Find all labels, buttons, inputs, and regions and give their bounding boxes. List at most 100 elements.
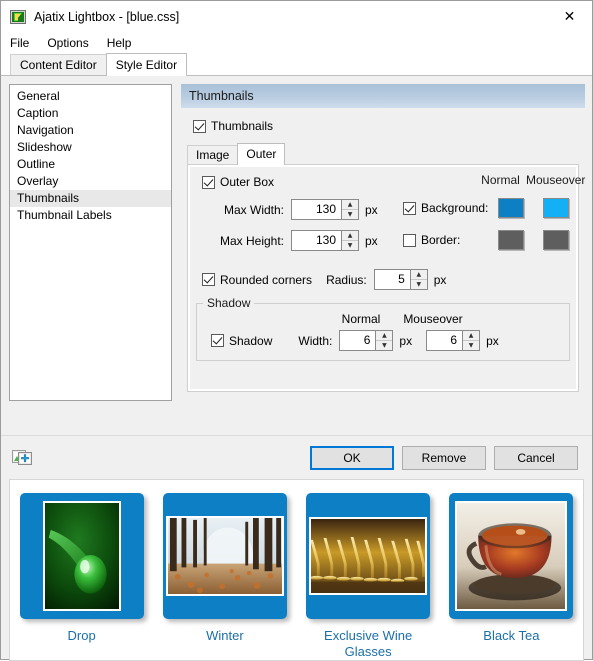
shadow-column-header-normal: Normal bbox=[341, 312, 381, 326]
color-swatch-section: Normal Mouseover Background: Border: bbox=[403, 173, 586, 251]
thumbnails-settings-panel: Thumbnails Thumbnails Image Outer Outer … bbox=[181, 84, 585, 401]
radius-spin-down[interactable]: ▼ bbox=[411, 280, 427, 289]
shadow-width-row: Shadow Width: 6 ▲ ▼ px 6 ▲ ▼ px bbox=[211, 330, 569, 351]
max-height-value[interactable]: 130 bbox=[292, 231, 341, 250]
menu-item-file[interactable]: File bbox=[10, 36, 29, 50]
background-checkbox[interactable] bbox=[403, 201, 416, 215]
column-header-mouseover: Mouseover bbox=[526, 173, 586, 187]
thumbnail-image-wine[interactable] bbox=[309, 517, 428, 595]
border-mouseover-swatch[interactable] bbox=[542, 230, 569, 250]
rounded-corners-label: Rounded corners bbox=[220, 272, 313, 287]
max-width-spin-buttons[interactable]: ▲ ▼ bbox=[341, 200, 358, 219]
thumbnails-enable-checkbox[interactable] bbox=[193, 119, 206, 133]
sidebar-item-overlay[interactable]: Overlay bbox=[10, 173, 171, 190]
thumbnail-image-winter[interactable] bbox=[165, 516, 284, 596]
max-height-unit: px bbox=[365, 233, 378, 248]
max-width-spin-up[interactable]: ▲ bbox=[342, 200, 358, 210]
ok-button[interactable]: OK bbox=[310, 445, 394, 470]
thumbnail-label: Black Tea bbox=[483, 628, 540, 643]
tab-outer[interactable]: Outer bbox=[237, 143, 286, 165]
background-normal-swatch[interactable] bbox=[498, 198, 525, 218]
max-height-spin-up[interactable]: ▲ bbox=[342, 231, 358, 241]
background-mouseover-swatch[interactable] bbox=[542, 198, 569, 218]
shadow-column-header-mouseover: Mouseover bbox=[403, 312, 463, 326]
border-mouseover-cell[interactable] bbox=[533, 230, 578, 250]
close-icon[interactable]: ✕ bbox=[547, 1, 592, 32]
gallery-item-winter[interactable]: Winter bbox=[159, 493, 291, 644]
panel-header: Thumbnails bbox=[181, 84, 585, 108]
background-checkbox-wrap[interactable]: Background: bbox=[403, 201, 489, 215]
shadow-normal-width-value[interactable]: 6 bbox=[340, 331, 376, 350]
border-normal-swatch[interactable] bbox=[498, 230, 525, 250]
background-mouseover-cell[interactable] bbox=[533, 198, 578, 218]
sidebar-item-thumbnail-labels[interactable]: Thumbnail Labels bbox=[10, 207, 171, 224]
gallery-item-black-tea[interactable]: Black Tea bbox=[445, 493, 577, 644]
max-height-spin-down[interactable]: ▼ bbox=[342, 241, 358, 250]
shadow-normal-width-unit: px bbox=[399, 333, 413, 348]
border-normal-cell[interactable] bbox=[489, 230, 534, 250]
tab-style-editor[interactable]: Style Editor bbox=[105, 53, 188, 76]
max-width-value[interactable]: 130 bbox=[292, 200, 341, 219]
radius-spin-buttons[interactable]: ▲ ▼ bbox=[409, 270, 427, 289]
title-bar: Ajatix Lightbox - [blue.css] ✕ bbox=[1, 1, 592, 32]
menu-item-options[interactable]: Options bbox=[47, 36, 88, 50]
gallery-item-drop[interactable]: Drop bbox=[16, 493, 148, 644]
tab-content-editor[interactable]: Content Editor bbox=[10, 54, 107, 75]
thumbnail-box[interactable] bbox=[449, 493, 574, 619]
shadow-checkbox[interactable] bbox=[211, 334, 224, 347]
shadow-normal-spin-up[interactable]: ▲ bbox=[376, 331, 393, 341]
border-checkbox-wrap[interactable]: Border: bbox=[403, 233, 489, 247]
menu-bar: File Options Help bbox=[1, 32, 592, 54]
sidebar-item-general[interactable]: General bbox=[10, 88, 171, 105]
cancel-button[interactable]: Cancel bbox=[494, 445, 578, 470]
thumbnails-enable-row[interactable]: Thumbnails bbox=[193, 119, 585, 133]
thumbnail-image-black-tea[interactable] bbox=[455, 501, 568, 611]
thumbnails-enable-label: Thumbnails bbox=[211, 119, 274, 133]
radius-unit: px bbox=[433, 272, 447, 287]
sidebar-item-slideshow[interactable]: Slideshow bbox=[10, 139, 171, 156]
shadow-group: Shadow Normal Mouseover Shadow Width: 6 … bbox=[196, 296, 570, 361]
shadow-mouseover-spin-buttons[interactable]: ▲ ▼ bbox=[462, 331, 480, 350]
border-checkbox[interactable] bbox=[403, 233, 416, 247]
column-header-normal: Normal bbox=[481, 173, 520, 187]
shadow-normal-spin-buttons[interactable]: ▲ ▼ bbox=[375, 331, 393, 350]
max-height-spin-buttons[interactable]: ▲ ▼ bbox=[341, 231, 358, 250]
style-category-list[interactable]: General Caption Navigation Slideshow Out… bbox=[9, 84, 172, 401]
menu-item-help[interactable]: Help bbox=[107, 36, 132, 50]
outer-box-checkbox[interactable] bbox=[202, 175, 215, 189]
rounded-corners-row: Rounded corners Radius: 5 ▲ ▼ px bbox=[202, 269, 578, 290]
thumbnail-label: Winter bbox=[206, 628, 244, 643]
rounded-corners-checkbox[interactable] bbox=[202, 273, 215, 286]
max-width-unit: px bbox=[365, 202, 378, 217]
shadow-normal-width-stepper[interactable]: 6 ▲ ▼ bbox=[339, 330, 394, 351]
shadow-mouseover-width-value[interactable]: 6 bbox=[427, 331, 463, 350]
max-width-spin-down[interactable]: ▼ bbox=[342, 210, 358, 219]
max-height-stepper[interactable]: 130 ▲ ▼ bbox=[291, 230, 359, 251]
radius-spin-up[interactable]: ▲ bbox=[410, 270, 427, 280]
thumbnail-box[interactable] bbox=[306, 493, 431, 619]
thumbnail-box[interactable] bbox=[162, 493, 287, 619]
sidebar-item-outline[interactable]: Outline bbox=[10, 156, 171, 173]
shadow-normal-spin-down[interactable]: ▼ bbox=[376, 341, 392, 350]
dialog-buttons: OK Remove Cancel bbox=[302, 445, 578, 470]
add-image-icon[interactable] bbox=[12, 448, 32, 468]
sidebar-item-navigation[interactable]: Navigation bbox=[10, 122, 171, 139]
shadow-mouseover-spin-up[interactable]: ▲ bbox=[463, 331, 480, 341]
border-row: Border: bbox=[403, 229, 578, 251]
sidebar-item-thumbnails[interactable]: Thumbnails bbox=[10, 190, 171, 207]
shadow-group-title: Shadow bbox=[203, 296, 255, 310]
thumbnail-label: Drop bbox=[67, 628, 96, 643]
background-normal-cell[interactable] bbox=[489, 198, 534, 218]
radius-stepper[interactable]: 5 ▲ ▼ bbox=[373, 269, 428, 290]
shadow-mouseover-spin-down[interactable]: ▼ bbox=[463, 341, 479, 350]
border-label: Border: bbox=[421, 233, 461, 247]
sidebar-item-caption[interactable]: Caption bbox=[10, 105, 171, 122]
thumbnail-box[interactable] bbox=[19, 493, 144, 619]
tab-image[interactable]: Image bbox=[187, 145, 239, 164]
thumbnail-image-drop[interactable] bbox=[42, 501, 121, 611]
max-width-stepper[interactable]: 130 ▲ ▼ bbox=[291, 199, 359, 220]
radius-value[interactable]: 5 bbox=[374, 270, 410, 289]
gallery-item-wine[interactable]: Exclusive Wine Glasses bbox=[302, 493, 434, 660]
remove-button[interactable]: Remove bbox=[402, 445, 486, 470]
shadow-mouseover-width-stepper[interactable]: 6 ▲ ▼ bbox=[426, 330, 481, 351]
